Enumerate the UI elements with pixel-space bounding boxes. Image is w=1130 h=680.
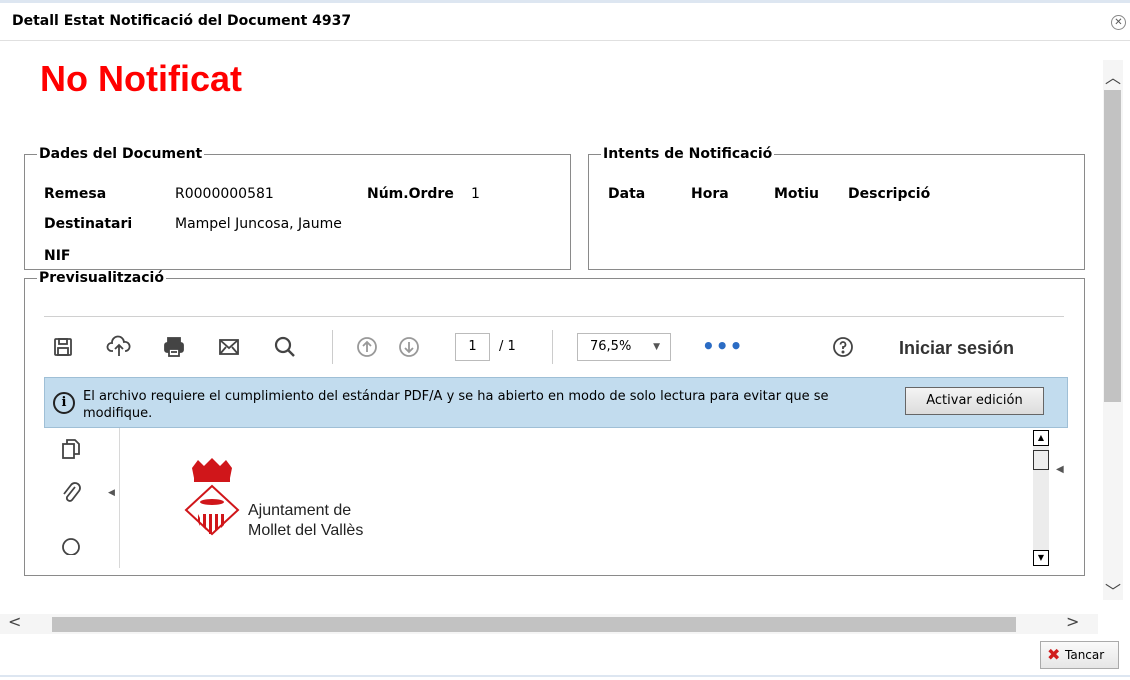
- document-scroll-thumb[interactable]: [1033, 450, 1049, 470]
- close-button[interactable]: ✖ Tancar: [1040, 641, 1119, 669]
- info-icon: i: [53, 392, 75, 414]
- toolbar-top-divider: [44, 316, 1064, 317]
- signin-link[interactable]: Iniciar sesión: [899, 338, 1014, 359]
- mail-icon[interactable]: [216, 334, 242, 360]
- remesa-label: Remesa: [44, 186, 107, 202]
- logo-text: Ajuntament de Mollet del Vallès: [248, 501, 363, 541]
- arrow-up-icon[interactable]: [354, 334, 380, 360]
- destinatari-value: Mampel Juncosa, Jaume: [175, 216, 342, 232]
- column-motiu: Motiu: [774, 186, 820, 202]
- dialog-vertical-thumb[interactable]: [1104, 90, 1121, 402]
- dialog-horizontal-thumb[interactable]: [52, 617, 1016, 632]
- destinatari-label: Destinatari: [44, 216, 133, 232]
- scroll-down-button[interactable]: ▼: [1033, 550, 1049, 566]
- preview-legend: Previsualització: [39, 270, 164, 286]
- scroll-left-icon[interactable]: <: [8, 612, 21, 631]
- scroll-up-icon[interactable]: ︿: [1105, 64, 1121, 88]
- chevron-down-icon: ▼: [653, 342, 660, 352]
- column-hora: Hora: [691, 186, 729, 202]
- help-icon[interactable]: [830, 334, 856, 360]
- document-scrollbar[interactable]: ▲ ▼: [1033, 430, 1049, 566]
- pdf-viewer: 1 / 1 76,5% ▼ ••• Iniciar sesión i El ar…: [44, 306, 1068, 568]
- notification-status: No Notificat: [40, 58, 242, 99]
- close-icon[interactable]: ✕: [1111, 15, 1126, 30]
- dialog-title: Detall Estat Notificació del Document 49…: [12, 13, 352, 29]
- upload-icon[interactable]: [106, 334, 132, 360]
- notification-attempts-group: Intents de Notificació Data Hora Motiu D…: [588, 146, 1085, 270]
- logo-line-1: Ajuntament de: [248, 502, 352, 519]
- preview-group: Previsualització 1 / 1 76,5% ▼ ••• Inici…: [24, 270, 1085, 576]
- toolbar-divider: [332, 330, 333, 364]
- save-icon[interactable]: [50, 334, 76, 360]
- arrow-down-icon[interactable]: [396, 334, 422, 360]
- pdfa-info-bar: i El archivo requiere el cumplimiento de…: [44, 377, 1068, 428]
- nif-label: NIF: [44, 248, 71, 264]
- toolbar-divider: [552, 330, 553, 364]
- scroll-right-icon[interactable]: >: [1066, 612, 1079, 631]
- pages-icon[interactable]: [58, 436, 84, 462]
- document-area: ◀ Ajuntament de Mollet del Vallès ▲ ▼ ◀: [44, 428, 1068, 568]
- footer-border: [0, 675, 1130, 677]
- notification-attempts-legend: Intents de Notificació: [603, 146, 773, 162]
- column-descripcio: Descripció: [848, 186, 931, 202]
- search-icon[interactable]: [272, 334, 298, 360]
- collapse-right-icon[interactable]: ◀: [1056, 464, 1064, 475]
- page-number-input[interactable]: 1: [455, 333, 490, 361]
- close-button-label: Tancar: [1065, 648, 1105, 662]
- scroll-up-button[interactable]: ▲: [1033, 430, 1049, 446]
- scroll-down-icon[interactable]: ﹀: [1105, 578, 1121, 602]
- document-data-legend: Dades del Document: [39, 146, 203, 162]
- remesa-value: R0000000581: [175, 186, 274, 202]
- ordre-label: Núm.Ordre: [367, 186, 454, 202]
- column-data: Data: [608, 186, 646, 202]
- page-total: / 1: [499, 339, 516, 354]
- viewer-sidebar: ◀: [44, 428, 119, 568]
- zoom-select[interactable]: 76,5% ▼: [577, 333, 671, 361]
- enable-editing-button[interactable]: Activar edición: [905, 387, 1044, 415]
- municipality-logo: [184, 458, 240, 536]
- pdfa-info-message: El archivo requiere el cumplimiento del …: [83, 389, 829, 421]
- print-icon[interactable]: [161, 334, 187, 360]
- ordre-value: 1: [471, 186, 480, 202]
- red-x-icon: ✖: [1047, 645, 1061, 664]
- attachment-icon[interactable]: [58, 480, 84, 506]
- collapse-left-icon[interactable]: ◀: [108, 488, 115, 498]
- logo-line-2: Mollet del Vallès: [248, 522, 364, 539]
- more-options-icon[interactable]: •••: [702, 334, 743, 358]
- comment-icon[interactable]: [58, 532, 84, 558]
- dialog-titlebar: Detall Estat Notificació del Document 49…: [0, 3, 1130, 41]
- pdf-page: Ajuntament de Mollet del Vallès: [119, 428, 1032, 568]
- document-data-group: Dades del Document Remesa R0000000581 Nú…: [24, 146, 571, 270]
- zoom-value: 76,5%: [590, 339, 632, 354]
